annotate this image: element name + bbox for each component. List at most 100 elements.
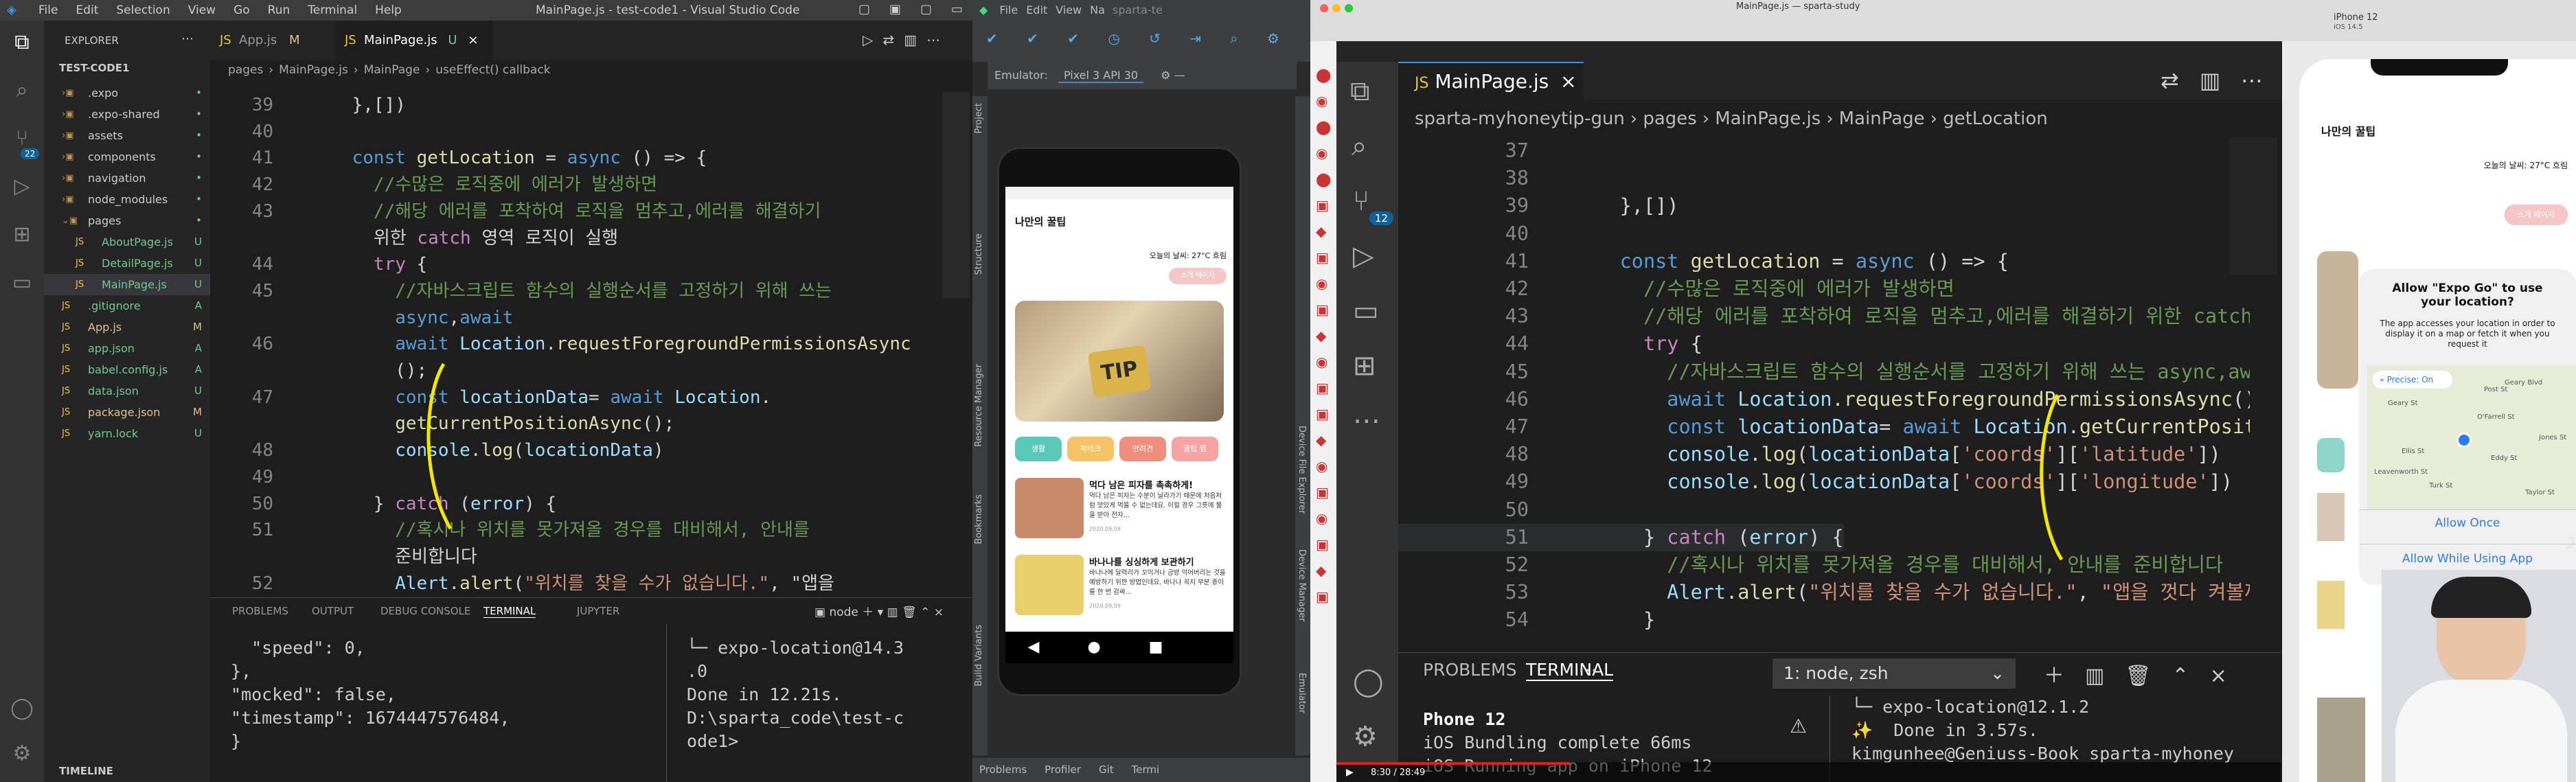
account-icon[interactable]: ◯	[10, 696, 34, 721]
run-debug-icon[interactable]: ▷	[1353, 240, 1374, 272]
tool-window-emulator[interactable]: Emulator	[1297, 673, 1307, 713]
play-icon[interactable]: ▶	[1346, 767, 1354, 778]
terminal-left[interactable]: "speed": 0,}, "mocked": false, "timestamp"…	[231, 636, 510, 753]
panel-tab-problems[interactable]: PROBLEMS	[1423, 660, 1516, 680]
breadcrumb[interactable]: sparta-myhoneytip-gun › pages › MainPage.js ›…	[1415, 108, 2048, 129]
studio-menu[interactable]: ◆ File Edit View Na sparta-te	[972, 0, 1310, 21]
tab-mainpage-js[interactable]: JS MainPage.js ×	[1398, 62, 1584, 100]
tree-item[interactable]: ›▣ navigation •	[44, 168, 210, 189]
settings-gear-icon[interactable]: ⚙	[10, 741, 34, 766]
menu-bar[interactable]: File Edit Selection View Go Run Terminal Help	[38, 3, 420, 17]
terminal-right[interactable]: └─ expo-location@14.3 .0 Done in 12.21s. D:…	[687, 636, 904, 753]
tool-window-device-manager[interactable]: Device Manager	[1297, 549, 1307, 622]
category-button[interactable]: 생활	[1015, 437, 1062, 461]
breadcrumb-item[interactable]: pages	[228, 63, 263, 77]
close-icon[interactable]: ×	[468, 33, 478, 47]
workspace-root[interactable]: TEST-CODE1	[59, 62, 129, 74]
emulator-settings-icon[interactable]: ⚙ —	[1161, 69, 1185, 82]
panel-tab-debug-console[interactable]: DEBUG CONSOLE	[380, 605, 470, 617]
tool-window-project[interactable]: Project	[974, 103, 984, 133]
remote-explorer-icon[interactable]: ▭	[1353, 295, 1379, 327]
breadcrumb-item[interactable]: MainPage.js	[1715, 108, 1821, 129]
tip-card[interactable]: 먹다 남은 피자를 촉촉하게! 먹다 남은 피자는 수분이 날라가기 때문에 처음…	[1015, 478, 1228, 547]
menu-item-go[interactable]: Go	[233, 3, 250, 17]
terminal-split-divider[interactable]	[666, 624, 667, 782]
mac-minimize-button[interactable]	[1332, 4, 1341, 12]
allow-while-using-button[interactable]: Allow While Using App	[2359, 552, 2576, 566]
window-controls-icon[interactable]: ▢▣▢▭	[858, 2, 982, 16]
studio-bottom-tab[interactable]: Problems	[979, 763, 1027, 776]
precise-toggle[interactable]: ⌖ Precise: On	[2373, 371, 2452, 389]
android-nav-bar[interactable]: ◀●■	[1005, 632, 1233, 663]
tree-item[interactable]: JS DetailPage.js U	[44, 253, 210, 274]
extensions-icon[interactable]: ⊞	[1353, 350, 1376, 382]
explorer-icon[interactable]: ⧉	[10, 30, 34, 55]
code-editor[interactable]: 37 38 39 },[]) 40 41 const getLocation = asy…	[1398, 137, 2250, 645]
category-button[interactable]	[2317, 438, 2345, 472]
explorer-icon[interactable]: ⧉	[1350, 76, 1370, 107]
settings-gear-icon[interactable]: ⚙	[1353, 721, 1378, 752]
tool-window-resource-manager[interactable]: Resource Manager	[974, 364, 984, 447]
studio-bottom-tab[interactable]: Git	[1099, 763, 1114, 776]
tree-item[interactable]: JS app.json A	[44, 338, 210, 359]
studio-bottom-tab[interactable]: Profiler	[1045, 763, 1081, 776]
source-control-icon[interactable]: ⑂	[10, 126, 34, 151]
category-button[interactable]: 꿀팁 찜	[1172, 437, 1218, 461]
tool-window-structure[interactable]: Structure	[974, 233, 984, 275]
tool-window-bookmarks[interactable]: Bookmarks	[974, 494, 984, 544]
menu-item-help[interactable]: Help	[375, 3, 402, 17]
breadcrumb-item[interactable]: MainPage	[1839, 108, 1925, 129]
breadcrumb-item[interactable]: MainPage.js	[279, 63, 348, 77]
tab-mainpage-js[interactable]: JS MainPage.js U ×	[335, 21, 493, 60]
panel-tab-terminal[interactable]: TERMINAL	[1526, 660, 1614, 681]
studio-menu-item[interactable]: View	[1056, 3, 1082, 16]
about-page-button[interactable]: 소개 페이지	[1169, 268, 1227, 284]
tree-item[interactable]: JS yarn.lock U	[44, 423, 210, 444]
studio-bottom-tab[interactable]: Termi	[1132, 763, 1160, 776]
editor-actions-icon[interactable]: ▷⇄▥⋯	[863, 32, 950, 48]
terminal-actions-icon[interactable]: ＋▥🗑⌃×	[2044, 658, 2248, 689]
breadcrumb-item[interactable]: MainPage	[364, 63, 420, 77]
breadcrumb[interactable]: pages › MainPage.js › MainPage › useEffect() c…	[228, 63, 551, 77]
dock-app-icons[interactable]: ⬤ ◉ ⬤ ◉ ⬤ ▣ ◆ ▣ ◉ ▣ ◆ ◉ ▣ ▣ ◆ ◉ ▣ ◉ ▣ ◆ ▣	[1316, 62, 1331, 610]
panel-tab-terminal[interactable]: TERMINAL	[483, 605, 536, 618]
source-control-icon[interactable]: ⑂	[1353, 185, 1369, 217]
panel-more-icon[interactable]: ⋯	[1578, 658, 1597, 681]
search-icon[interactable]: ⌕	[1352, 130, 1367, 162]
category-button[interactable]: 반려견	[1119, 437, 1166, 461]
code-editor[interactable]: 39 },[]) 40 41 const getLocation = async (…	[210, 92, 938, 597]
menu-item-terminal[interactable]: Terminal	[308, 3, 357, 17]
tree-item[interactable]: JS babel.config.js A	[44, 359, 210, 380]
panel-tab-jupyter[interactable]: JUPYTER	[577, 605, 619, 617]
about-page-button[interactable]: 소개 페이지	[2505, 205, 2568, 225]
panel-tab-output[interactable]: OUTPUT	[312, 605, 354, 617]
tree-item[interactable]: ›▣ .expo-shared •	[44, 104, 210, 125]
tip-card[interactable]: 바나나를 싱싱하게 보관하기 바나나에 달력리가 꼬이거나 금방 익어버리는 것을…	[1015, 555, 1228, 623]
tree-item[interactable]: ›▣ assets •	[44, 125, 210, 146]
studio-menu-item[interactable]: File	[999, 3, 1018, 16]
tree-item[interactable]: ⌄▣ pages •	[44, 210, 210, 231]
terminal-select[interactable]: 1: node, zsh ⌄	[1773, 658, 2016, 689]
account-icon[interactable]: ◯	[1353, 666, 1384, 698]
minimap[interactable]	[942, 92, 970, 298]
tree-item[interactable]: JS data.json U	[44, 380, 210, 402]
more-actions-icon[interactable]: ⋯	[181, 32, 194, 46]
studio-menu-item[interactable]: Edit	[1026, 3, 1047, 16]
tree-item[interactable]: ›▣ components •	[44, 146, 210, 168]
breadcrumb-item[interactable]: sparta-myhoneytip-gun	[1415, 108, 1625, 129]
menu-item-selection[interactable]: Selection	[116, 3, 170, 17]
tree-item[interactable]: JS AboutPage.js U	[44, 231, 210, 253]
studio-menu-item[interactable]: Na	[1090, 3, 1105, 16]
menu-item-edit[interactable]: Edit	[76, 3, 98, 17]
tree-item[interactable]: JS package.json M	[44, 402, 210, 423]
tree-item[interactable]: ›▣ .expo •	[44, 82, 210, 104]
remote-explorer-icon[interactable]: ▭	[10, 271, 34, 295]
panel-tab-problems[interactable]: PROBLEMS	[232, 605, 288, 617]
tool-window-build-variants[interactable]: Build Variants	[974, 625, 984, 687]
tree-item[interactable]: JS App.js M	[44, 317, 210, 338]
terminal-select[interactable]: ▣ node ＋ ▾ ▥ 🗑 ⌃ ×	[814, 602, 944, 619]
terminal-right[interactable]: └─ expo-location@12.1.2 ✨ Done in 3.57s. k…	[1851, 695, 2234, 766]
editor-actions-icon[interactable]: ⇄▥⋯	[2161, 67, 2283, 93]
tool-window-device-file-explorer[interactable]: Device File Explorer	[1297, 426, 1307, 514]
menu-item-view[interactable]: View	[188, 3, 216, 17]
